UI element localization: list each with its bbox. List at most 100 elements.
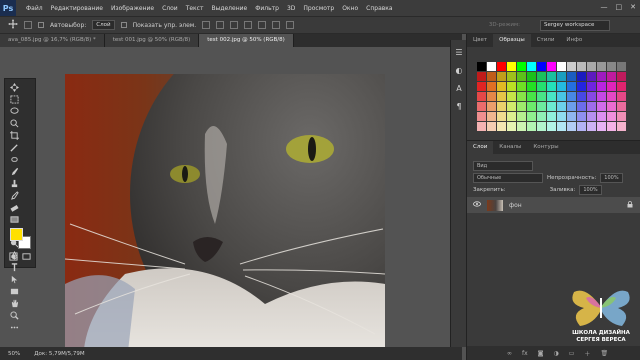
color-swatch[interactable]	[597, 112, 606, 121]
quick-mask-icon[interactable]	[9, 252, 18, 268]
color-swatch[interactable]	[597, 72, 606, 81]
color-swatch[interactable]	[487, 102, 496, 111]
color-swatch[interactable]	[617, 92, 626, 101]
color-swatch[interactable]	[577, 72, 586, 81]
color-swatch[interactable]	[617, 122, 626, 131]
hand-tool-icon[interactable]	[7, 297, 21, 309]
lasso-tool-icon[interactable]	[7, 105, 21, 117]
color-swatch[interactable]	[557, 102, 566, 111]
brush-tool-icon[interactable]	[7, 165, 21, 177]
color-swatch[interactable]	[517, 62, 526, 71]
shape-tool-icon[interactable]	[7, 285, 21, 297]
color-swatch[interactable]	[547, 92, 556, 101]
color-swatch[interactable]	[567, 102, 576, 111]
color-swatch[interactable]	[587, 112, 596, 121]
color-swatch[interactable]	[597, 102, 606, 111]
menu-select[interactable]: Выделение	[207, 5, 251, 12]
align-left-icon[interactable]	[244, 21, 253, 29]
layer-filter-dropdown[interactable]: Вид	[473, 161, 533, 171]
color-swatch[interactable]	[547, 62, 556, 71]
color-swatch[interactable]	[597, 92, 606, 101]
color-swatch[interactable]	[507, 122, 516, 131]
tab-swatches[interactable]: Образцы	[493, 34, 531, 47]
color-swatch[interactable]	[507, 112, 516, 121]
color-swatch[interactable]	[567, 62, 576, 71]
eye-icon[interactable]	[473, 201, 481, 209]
delete-layer-icon[interactable]: 🗑	[600, 350, 608, 357]
color-swatch[interactable]	[587, 102, 596, 111]
color-swatch[interactable]	[497, 122, 506, 131]
color-swatch[interactable]	[617, 112, 626, 121]
color-swatch[interactable]	[517, 92, 526, 101]
color-swatch[interactable]	[577, 82, 586, 91]
quick-select-tool-icon[interactable]	[7, 117, 21, 129]
color-swatch[interactable]	[617, 102, 626, 111]
layer-row-background[interactable]: фон	[467, 197, 640, 213]
marquee-tool-icon[interactable]	[7, 93, 21, 105]
color-swatch[interactable]	[567, 72, 576, 81]
color-swatch[interactable]	[477, 72, 486, 81]
menu-type[interactable]: Текст	[182, 5, 208, 12]
color-swatch[interactable]	[537, 62, 546, 71]
move-tool-icon[interactable]	[7, 81, 21, 93]
color-swatch[interactable]	[557, 122, 566, 131]
menu-layers[interactable]: Слои	[158, 5, 182, 12]
color-swatch[interactable]	[507, 72, 516, 81]
minimize-button[interactable]: —	[601, 3, 608, 11]
foreground-color-swatch[interactable]	[10, 228, 23, 241]
menu-window[interactable]: Окно	[338, 5, 362, 12]
distribute-icon[interactable]	[286, 21, 295, 29]
color-swatch[interactable]	[477, 92, 486, 101]
color-swatch[interactable]	[487, 72, 496, 81]
history-brush-tool-icon[interactable]	[7, 189, 21, 201]
color-swatch[interactable]	[587, 72, 596, 81]
color-swatch[interactable]	[567, 112, 576, 121]
color-swatch[interactable]	[527, 92, 536, 101]
adjustment-layer-icon[interactable]: ◑	[554, 350, 559, 357]
color-swatch[interactable]	[557, 62, 566, 71]
color-picker[interactable]	[10, 228, 32, 250]
color-swatch[interactable]	[557, 82, 566, 91]
color-swatch[interactable]	[537, 102, 546, 111]
color-swatch[interactable]	[497, 72, 506, 81]
doc-tab-test002[interactable]: test 002.jpg @ 50% (RGB/8)	[199, 34, 294, 47]
gradient-tool-icon[interactable]	[7, 213, 21, 225]
doc-tab-ava085[interactable]: ava_085.jpg @ 16,7% (RGB/8) *	[0, 34, 105, 47]
color-swatch[interactable]	[557, 112, 566, 121]
color-swatch[interactable]	[507, 62, 516, 71]
color-swatch[interactable]	[607, 72, 616, 81]
menu-image[interactable]: Изображение	[107, 5, 158, 12]
zoom-tool-icon[interactable]	[7, 309, 21, 321]
more-tools-icon[interactable]	[7, 321, 21, 333]
tab-channels[interactable]: Каналы	[493, 141, 527, 154]
tab-info[interactable]: Инфо	[560, 34, 588, 47]
color-swatch[interactable]	[547, 72, 556, 81]
color-swatch[interactable]	[617, 62, 626, 71]
color-swatch[interactable]	[477, 102, 486, 111]
color-swatch[interactable]	[527, 122, 536, 131]
autoselect-checkbox[interactable]	[38, 22, 44, 28]
eraser-tool-icon[interactable]	[7, 201, 21, 213]
color-swatch[interactable]	[487, 122, 496, 131]
color-swatch[interactable]	[597, 122, 606, 131]
show-controls-checkbox[interactable]	[120, 22, 127, 28]
color-swatch[interactable]	[587, 82, 596, 91]
color-swatch[interactable]	[537, 82, 546, 91]
color-swatch[interactable]	[547, 122, 556, 131]
color-swatch[interactable]	[527, 82, 536, 91]
color-swatch[interactable]	[607, 92, 616, 101]
tool-preset-icon[interactable]	[24, 21, 32, 29]
align-bottom-icon[interactable]	[230, 21, 239, 29]
link-layers-icon[interactable]: ∞	[507, 350, 512, 357]
color-swatch[interactable]	[547, 112, 556, 121]
close-button[interactable]: ✕	[630, 3, 636, 11]
align-middle-icon[interactable]	[216, 21, 225, 29]
color-swatch[interactable]	[497, 62, 506, 71]
color-swatch[interactable]	[537, 112, 546, 121]
color-swatch[interactable]	[547, 82, 556, 91]
color-swatch[interactable]	[477, 112, 486, 121]
align-right-icon[interactable]	[272, 21, 281, 29]
move-tool-icon[interactable]	[8, 19, 18, 31]
menu-filter[interactable]: Фильтр	[251, 5, 283, 12]
color-swatch[interactable]	[517, 102, 526, 111]
